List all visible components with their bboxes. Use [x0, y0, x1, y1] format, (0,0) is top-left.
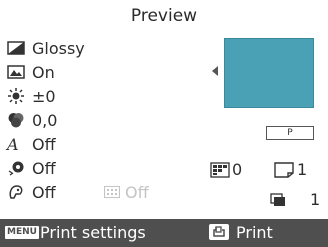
face-correction-value: Off — [32, 182, 56, 202]
page-icon — [274, 161, 294, 178]
print-settings-label[interactable]: Print settings — [40, 223, 146, 242]
color-balance-value: 0,0 — [32, 110, 58, 130]
font-setting[interactable]: A Off — [7, 133, 56, 155]
image-preview — [224, 38, 314, 108]
red-eye-value: Off — [32, 158, 56, 178]
screen-title: Preview — [130, 6, 198, 26]
previous-image-arrow-icon[interactable] — [212, 66, 218, 76]
paper-finish-setting[interactable]: Glossy — [7, 37, 85, 59]
grid-value: Off — [125, 182, 149, 202]
color-balance-setting[interactable]: 0,0 — [7, 109, 57, 131]
border-value: On — [32, 62, 55, 82]
red-eye-icon — [7, 159, 29, 177]
grid-icon — [104, 183, 122, 201]
color-balance-icon — [7, 111, 29, 129]
face-correction-setting[interactable]: Off — [7, 181, 56, 203]
font-value: Off — [32, 134, 56, 154]
border-icon — [7, 63, 29, 81]
brightness-setting[interactable]: ±0 — [7, 85, 56, 107]
menu-button-badge[interactable]: MENU — [5, 226, 39, 239]
grid-setting: Off — [104, 181, 149, 203]
red-eye-setting[interactable]: Off — [7, 157, 56, 179]
copies-count: 1 — [310, 190, 321, 209]
image-counter: 0 — [210, 160, 242, 179]
paper-size-indicator: P — [266, 126, 314, 140]
print-label[interactable]: Print — [236, 223, 273, 242]
page-counter: 1 — [274, 160, 307, 179]
paper-finish-icon — [7, 39, 29, 57]
face-icon — [7, 183, 29, 201]
paper-finish-value: Glossy — [32, 38, 85, 58]
brightness-icon — [7, 87, 29, 105]
copies-setting[interactable]: 1 — [270, 190, 320, 209]
images-icon — [210, 161, 230, 178]
font-text-icon: A — [7, 134, 19, 154]
brightness-value: ±0 — [32, 86, 56, 106]
image-count: 0 — [232, 160, 243, 179]
copies-icon — [270, 192, 286, 207]
footer-bar: MENU Print settings Print — [0, 219, 328, 247]
page-count: 1 — [297, 160, 308, 179]
border-setting[interactable]: On — [7, 61, 55, 83]
print-icon[interactable] — [209, 224, 229, 240]
